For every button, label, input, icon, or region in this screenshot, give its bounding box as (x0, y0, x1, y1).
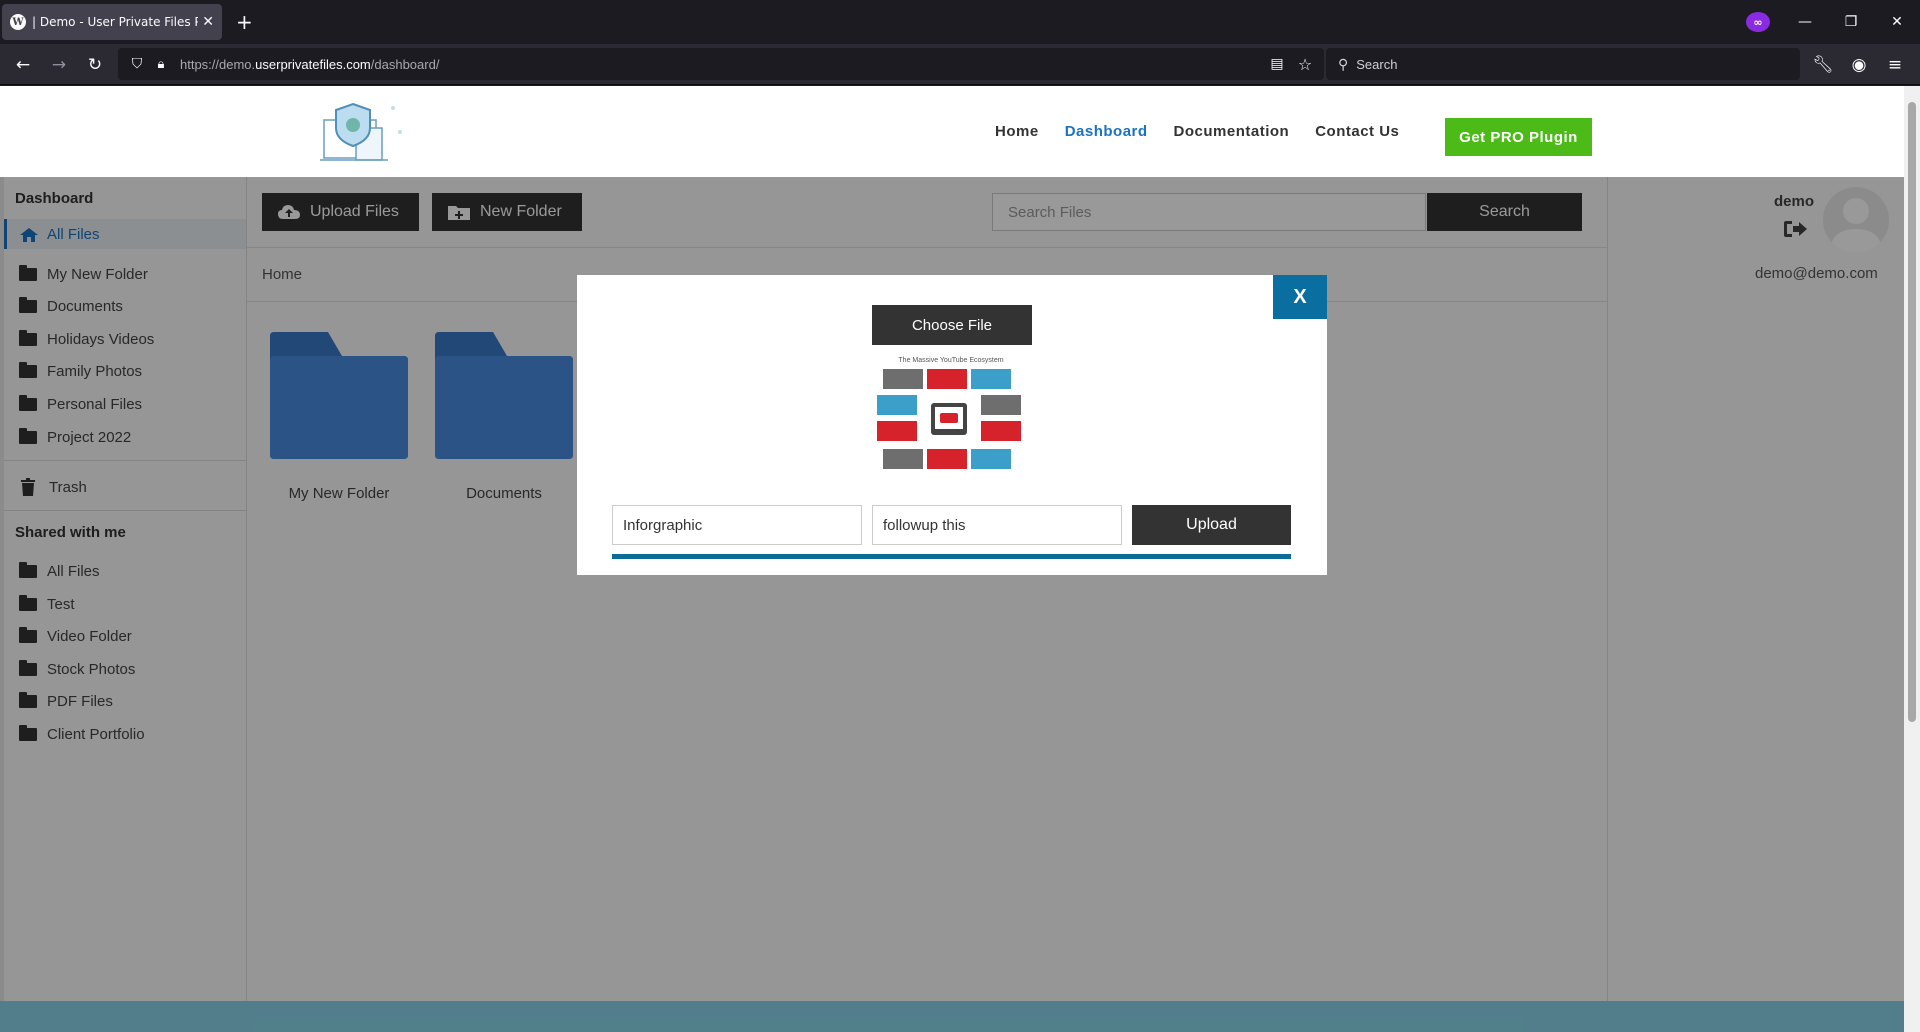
site-header: Home Dashboard Documentation Contact Us … (0, 86, 1904, 177)
browser-search-input[interactable]: ⚲ Search (1326, 48, 1800, 80)
browser-navbar: ← → ↻ ⛉ 🔒︎ https://demo.userprivatefiles… (0, 44, 1920, 85)
get-pro-button[interactable]: Get PRO Plugin (1445, 118, 1592, 156)
file-description-input[interactable]: followup this (872, 505, 1122, 545)
back-icon[interactable]: ← (10, 52, 36, 78)
file-description-value: followup this (883, 516, 966, 534)
choose-file-button[interactable]: Choose File (872, 305, 1032, 345)
page: Home Dashboard Documentation Contact Us … (0, 86, 1904, 1032)
close-tab-icon[interactable]: ✕ (202, 14, 214, 30)
nav-dashboard[interactable]: Dashboard (1065, 119, 1148, 145)
shield-icon[interactable]: ⛉ (124, 51, 150, 77)
private-browsing-icon: ∞ (1746, 12, 1770, 32)
new-tab-icon[interactable]: + (236, 10, 253, 34)
scrollbar-thumb[interactable] (1908, 102, 1916, 722)
preview-title: The Massive YouTube Ecosystem (898, 357, 1003, 364)
menu-icon[interactable]: ≡ (1882, 52, 1908, 78)
reload-icon[interactable]: ↻ (82, 52, 108, 78)
tab-title: | Demo - User Private Files PRO (32, 15, 199, 29)
browser-tab[interactable]: W | Demo - User Private Files PRO ✕ (2, 4, 222, 40)
restore-icon[interactable]: ❐ (1836, 8, 1866, 36)
reader-view-icon[interactable]: ▤ (1264, 51, 1290, 77)
logo[interactable] (318, 98, 408, 168)
browser-tabbar: W | Demo - User Private Files PRO ✕ + ∞ … (0, 0, 1920, 44)
minimize-icon[interactable]: — (1790, 8, 1820, 36)
nav-home[interactable]: Home (995, 119, 1039, 145)
upload-progress-bar (612, 554, 1291, 559)
file-title-input[interactable]: Inforgraphic (612, 505, 862, 545)
lock-icon[interactable]: 🔒︎ (148, 51, 174, 77)
wordpress-icon: W (10, 14, 26, 30)
url-bar[interactable]: ⛉ 🔒︎ https://demo.userprivatefiles.com/d… (118, 48, 1324, 80)
page-scrollbar[interactable] (1904, 86, 1920, 1032)
extension-icon[interactable]: ◉ (1846, 52, 1872, 78)
browser-search-placeholder: Search (1356, 56, 1398, 72)
upload-modal: X Choose File The Massive YouTube Ecosys… (577, 275, 1327, 575)
upload-button[interactable]: Upload (1132, 505, 1291, 545)
forward-icon[interactable]: → (46, 52, 72, 78)
bookmark-star-icon[interactable]: ☆ (1292, 51, 1318, 77)
modal-close-button[interactable]: X (1273, 275, 1327, 319)
wrench-icon[interactable]: 🔧︎ (1810, 52, 1836, 78)
main-nav: Home Dashboard Documentation Contact Us (995, 119, 1425, 145)
url-text: https://demo.userprivatefiles.com/dashbo… (180, 56, 440, 72)
file-title-value: Inforgraphic (623, 516, 703, 534)
nav-contact-us[interactable]: Contact Us (1315, 119, 1399, 145)
image-preview: The Massive YouTube Ecosystem (877, 357, 1021, 469)
close-window-icon[interactable]: ✕ (1882, 8, 1912, 36)
upload-progress-fill (612, 554, 1291, 559)
nav-documentation[interactable]: Documentation (1174, 119, 1290, 145)
search-icon: ⚲ (1338, 55, 1349, 72)
